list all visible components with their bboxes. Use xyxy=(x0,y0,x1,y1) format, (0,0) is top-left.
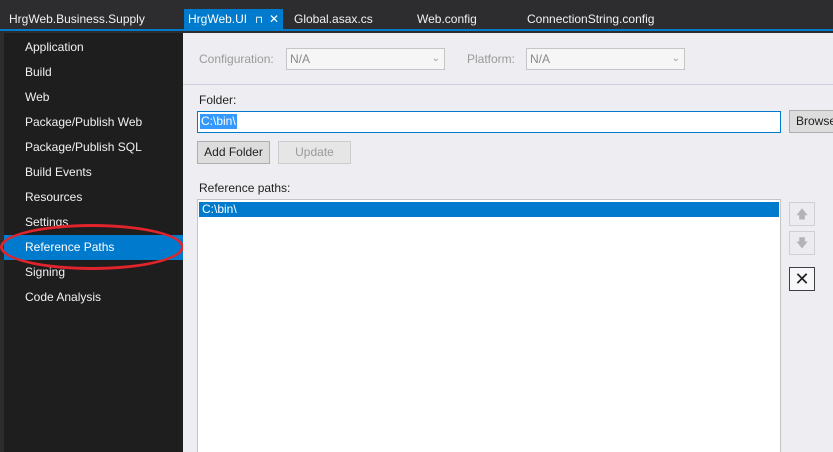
sidebar-item-code-analysis[interactable]: Code Analysis xyxy=(4,285,183,310)
remove-button[interactable]: ✕ xyxy=(789,267,815,291)
configuration-value: N/A xyxy=(290,52,311,66)
move-up-button[interactable]: 🡅 xyxy=(789,202,815,226)
move-down-button[interactable]: 🡇 xyxy=(789,231,815,255)
platform-label: Platform: xyxy=(467,52,516,66)
browse-button[interactable]: Browse xyxy=(789,110,833,133)
arrow-up-icon: 🡅 xyxy=(795,207,809,221)
platform-dropdown[interactable]: N/A ⌄ xyxy=(526,48,685,70)
tab-hrgweb-ui[interactable]: HrgWeb.UI ⊓ ✕ xyxy=(184,9,284,31)
reference-paths-label: Reference paths: xyxy=(199,181,291,195)
configuration-label: Configuration: xyxy=(199,52,274,66)
add-folder-button[interactable]: Add Folder xyxy=(197,141,270,164)
list-item[interactable]: C:\bin\ xyxy=(199,202,779,217)
sidebar-item-application[interactable]: Application xyxy=(4,35,183,60)
configuration-dropdown[interactable]: N/A ⌄ xyxy=(286,48,445,70)
reference-paths-panel: Configuration: N/A ⌄ Platform: N/A ⌄ Fol… xyxy=(183,33,833,452)
tab-label: HrgWeb.Business.Supply xyxy=(9,12,145,26)
configuration-bar: Configuration: N/A ⌄ Platform: N/A ⌄ xyxy=(183,33,833,85)
platform-value: N/A xyxy=(530,52,551,66)
sidebar-item-settings[interactable]: Settings xyxy=(4,210,183,235)
x-mark-icon: ✕ xyxy=(794,269,810,289)
pin-icon[interactable]: ⊓ xyxy=(255,11,263,31)
reference-paths-list[interactable]: C:\bin\ xyxy=(197,199,781,452)
tab-strip-accent-line xyxy=(0,29,833,31)
update-button[interactable]: Update xyxy=(278,141,351,164)
tab-global-asax-cs[interactable]: Global.asax.cs xyxy=(294,9,373,29)
sidebar-item-build-events[interactable]: Build Events xyxy=(4,160,183,185)
sidebar-item-reference-paths[interactable]: Reference Paths xyxy=(4,235,183,260)
tab-connectionstring-config[interactable]: ConnectionString.config xyxy=(527,9,654,29)
tab-hrgweb-business-supply[interactable]: HrgWeb.Business.Supply xyxy=(9,9,145,29)
folder-label: Folder: xyxy=(199,93,237,107)
document-tab-strip: HrgWeb.Business.Supply HrgWeb.UI ⊓ ✕ Globa… xyxy=(0,0,833,33)
sidebar-item-web[interactable]: Web xyxy=(4,85,183,110)
tab-web-config[interactable]: Web.config xyxy=(417,9,477,29)
tab-label: HrgWeb.UI xyxy=(188,12,248,26)
tab-label: Global.asax.cs xyxy=(294,12,373,26)
sidebar-item-resources[interactable]: Resources xyxy=(4,185,183,210)
folder-input[interactable]: C:\bin\ xyxy=(197,111,781,133)
arrow-down-icon: 🡇 xyxy=(795,236,809,250)
chevron-down-icon: ⌄ xyxy=(671,53,680,64)
tab-label: Web.config xyxy=(417,12,477,26)
chevron-down-icon: ⌄ xyxy=(431,53,440,64)
sidebar-item-package-publish-web[interactable]: Package/Publish Web xyxy=(4,110,183,135)
sidebar-item-build[interactable]: Build xyxy=(4,60,183,85)
folder-input-value: C:\bin\ xyxy=(200,114,237,129)
properties-sidebar: Application Build Web Package/Publish We… xyxy=(0,33,184,452)
sidebar-item-signing[interactable]: Signing xyxy=(4,260,183,285)
close-icon[interactable]: ✕ xyxy=(269,9,279,29)
sidebar-item-package-publish-sql[interactable]: Package/Publish SQL xyxy=(4,135,183,160)
tab-label: ConnectionString.config xyxy=(527,12,655,26)
